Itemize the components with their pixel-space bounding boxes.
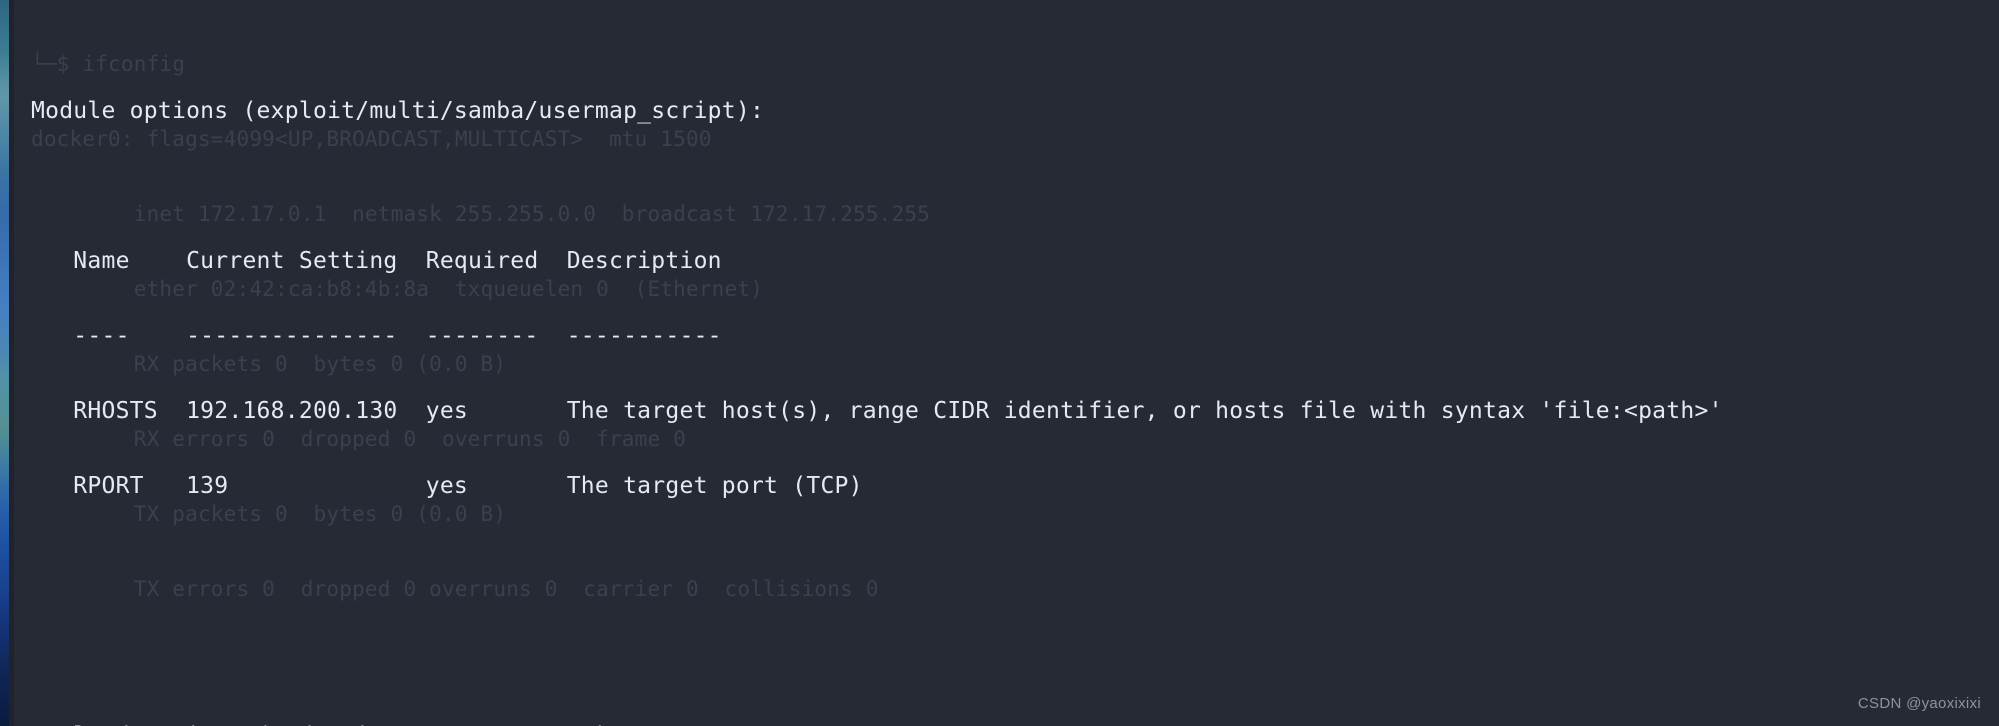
module-options-column-headers: Name Current Setting Required Descriptio… bbox=[31, 248, 722, 274]
module-options-heading: Module options (exploit/multi/samba/user… bbox=[31, 98, 765, 124]
module-options-header-rule: ---- --------------- -------- ----------… bbox=[31, 323, 722, 349]
table-row: RHOSTS 192.168.200.130 yes The target ho… bbox=[31, 398, 1723, 424]
msfconsole-show-options-output: Module options (exploit/multi/samba/user… bbox=[9, 0, 1999, 726]
csdn-watermark: CSDN @yaoxixixi bbox=[1857, 695, 1981, 712]
desktop-wallpaper-strip bbox=[0, 0, 9, 726]
terminal-window[interactable]: └─$ ifconfig docker0: flags=4099<UP,BROA… bbox=[9, 0, 1999, 726]
table-row: RPORT 139 yes The target port (TCP) bbox=[31, 473, 863, 499]
